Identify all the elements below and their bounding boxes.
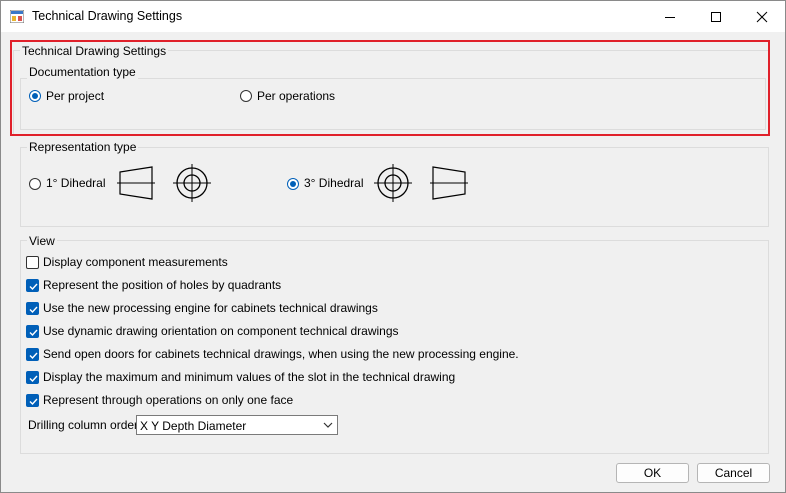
trapezoid-view-icon [117, 166, 155, 200]
display-measurements-label[interactable]: Display component measurements [43, 255, 228, 269]
slot-values-checkbox[interactable] [26, 371, 39, 384]
checkmark-icon [29, 283, 38, 291]
drilling-column-order-value: X Y Depth Diameter [140, 419, 247, 433]
checkmark-icon [29, 375, 38, 383]
open-doors-label[interactable]: Send open doors for cabinets technical d… [43, 347, 519, 361]
holes-quadrants-label[interactable]: Represent the position of holes by quadr… [43, 278, 281, 292]
title-bar[interactable]: Technical Drawing Settings [1, 1, 785, 32]
third-dihedral-label[interactable]: 3° Dihedral [304, 176, 364, 190]
view-legend: View [27, 234, 57, 248]
cancel-button-label: Cancel [714, 466, 753, 480]
ok-button-label: OK [643, 466, 662, 480]
new-engine-checkbox[interactable] [26, 302, 39, 315]
new-engine-label[interactable]: Use the new processing engine for cabine… [43, 301, 378, 315]
holes-quadrants-checkbox[interactable] [26, 279, 39, 292]
through-operations-label[interactable]: Represent through operations on only one… [43, 393, 293, 407]
trapezoid-view-icon [430, 166, 468, 200]
checkmark-icon [29, 352, 38, 360]
close-button[interactable] [739, 1, 785, 32]
dialog-window: Technical Drawing Settings Technical Dra… [0, 0, 786, 493]
checkmark-icon [29, 398, 38, 406]
through-operations-checkbox[interactable] [26, 394, 39, 407]
dynamic-orientation-checkbox[interactable] [26, 325, 39, 338]
slot-values-label[interactable]: Display the maximum and minimum values o… [43, 370, 455, 384]
third-dihedral-radio[interactable] [287, 178, 299, 190]
maximize-button[interactable] [693, 1, 739, 32]
first-dihedral-label[interactable]: 1° Dihedral [46, 176, 106, 190]
dynamic-orientation-label[interactable]: Use dynamic drawing orientation on compo… [43, 324, 399, 338]
minimize-icon [665, 16, 675, 18]
display-measurements-checkbox[interactable] [26, 256, 39, 269]
minimize-button[interactable] [647, 1, 693, 32]
open-doors-checkbox[interactable] [26, 348, 39, 361]
checkmark-icon [29, 306, 38, 314]
cancel-button[interactable]: Cancel [697, 463, 770, 483]
first-dihedral-radio[interactable] [29, 178, 41, 190]
representation-type-legend: Representation type [27, 140, 139, 154]
maximize-icon [711, 11, 721, 22]
close-icon [756, 11, 768, 22]
ok-button[interactable]: OK [616, 463, 689, 483]
app-settings-icon [10, 10, 24, 23]
drilling-column-order-select[interactable]: X Y Depth Diameter [136, 415, 338, 435]
cone-circle-view-icon [173, 164, 211, 202]
drilling-column-order-label: Drilling column order [28, 418, 139, 432]
highlight-frame [10, 40, 770, 136]
window-title: Technical Drawing Settings [32, 9, 183, 23]
chevron-down-icon [323, 422, 333, 428]
checkmark-icon [29, 329, 38, 337]
cone-circle-view-icon [374, 164, 412, 202]
